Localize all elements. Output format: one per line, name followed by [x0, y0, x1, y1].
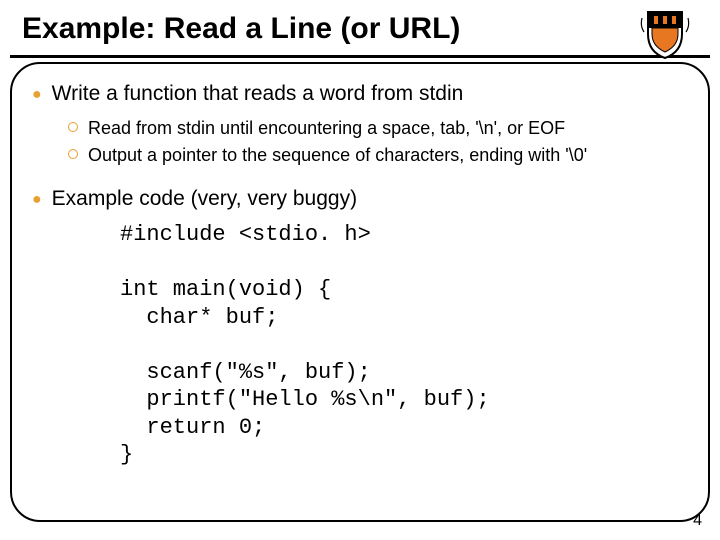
bullet-dot-icon: ● [32, 189, 42, 213]
bullet-2: ● Example code (very, very buggy) [30, 185, 710, 213]
code-block: #include <stdio. h> int main(void) { cha… [120, 221, 710, 469]
sub-bullet-icon [68, 122, 78, 132]
bullet-dot-icon: ● [32, 84, 42, 108]
slide-content: ● Write a function that reads a word fro… [30, 80, 710, 469]
sub-bullet-1-text: Read from stdin until encountering a spa… [88, 116, 565, 140]
slide-title: Example: Read a Line (or URL) [22, 12, 460, 46]
sub-bullet-2: Output a pointer to the sequence of char… [68, 143, 710, 167]
sub-bullet-2-text: Output a pointer to the sequence of char… [88, 143, 587, 167]
sub-bullets: Read from stdin until encountering a spa… [68, 116, 710, 167]
bullet-1-text: Write a function that reads a word from … [52, 80, 464, 108]
princeton-shield-icon [640, 8, 690, 65]
title-underline [10, 55, 710, 58]
sub-bullet-icon [68, 149, 78, 159]
bullet-1: ● Write a function that reads a word fro… [30, 80, 710, 108]
page-number: 4 [693, 512, 702, 530]
bullet-2-text: Example code (very, very buggy) [52, 185, 357, 213]
sub-bullet-1: Read from stdin until encountering a spa… [68, 116, 710, 140]
